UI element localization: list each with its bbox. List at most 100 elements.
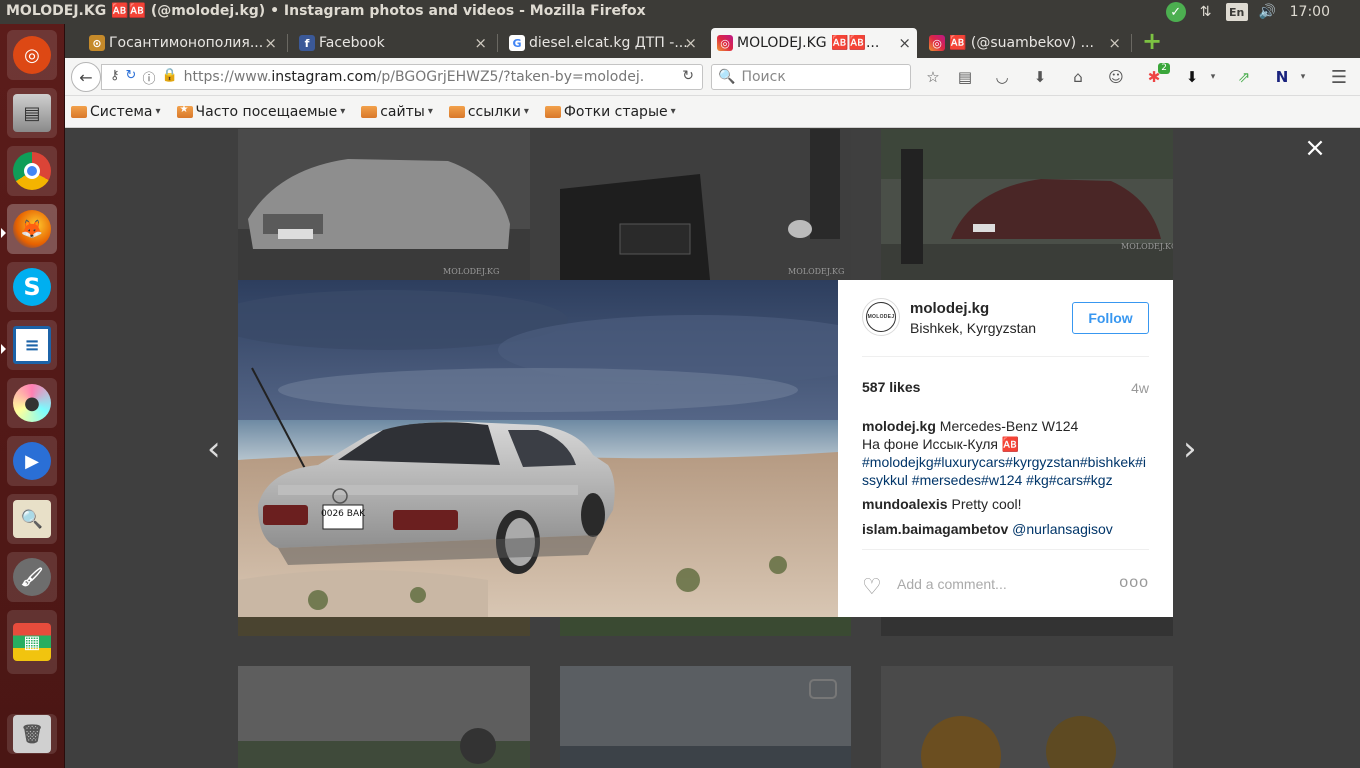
tab-close-icon[interactable]: × [684,34,697,52]
grid-thumbnail[interactable] [881,666,1173,768]
launcher-stacked-apps[interactable]: ▦ [7,610,57,674]
browser-tab-bar: ⊙ Госантимонополия... × f Facebook × G d… [65,24,1360,58]
tab-close-icon[interactable]: × [264,34,277,52]
chrome-icon [13,152,51,190]
bookmark-label: Часто посещаемые [195,103,338,120]
add-comment-input[interactable]: Add a comment... [897,576,1007,592]
grid-thumbnail[interactable] [881,617,1173,636]
post-age[interactable]: 4w [1131,380,1149,396]
url-bar[interactable]: ⚷ ↻ ⓘ 🔒 https://www.instagram.com/p/BGOG… [101,64,703,90]
chevron-down-icon[interactable]: ▾ [1203,67,1223,87]
bookmark-star-icon[interactable]: ☆ [923,67,943,87]
post-modal: 0026 BAK MOLODEJ molodej.kg Bishkek, Kyr… [238,280,1173,617]
tab-suambekov[interactable]: ◎ 🆎 (@suambekov) ... × [923,28,1127,58]
tab-gosantimonopoliya[interactable]: ⊙ Госантимонополия... × [83,28,283,58]
grid-thumbnail[interactable] [560,666,851,768]
info-icon[interactable]: ⓘ [142,68,155,87]
tab-close-icon[interactable]: × [898,34,911,52]
launcher-video-player[interactable]: ▶ [7,436,57,486]
back-arrow-icon[interactable]: ← [71,62,101,92]
tab-close-icon[interactable]: × [474,34,487,52]
launcher-disc-burner[interactable]: ● [7,378,57,428]
mercedes-w124-beach-photo: 0026 BAK [238,280,838,617]
caption-hashtags[interactable]: #molodejkg#luxurycars#kyrgyzstan#bishkek… [862,454,1146,488]
comment-username[interactable]: mundoalexis [862,496,948,512]
hamburger-menu-icon[interactable]: ☰ [1329,67,1349,88]
reading-list-icon[interactable]: ▤ [955,67,975,87]
refresh-small-icon[interactable]: ↻ [126,68,137,87]
tab-molodej-kg[interactable]: ◎ MOLODEJ.KG 🆎🆎... × [711,28,917,58]
launcher-firefox[interactable]: 🦊 [7,204,57,254]
launcher-writer[interactable]: ≡ [7,320,57,370]
volume-icon[interactable]: 🔊 [1258,2,1278,22]
caption-line-2: На фоне Иссык-Куля 🆎 [862,436,1020,452]
new-tab-plus-icon[interactable]: + [1140,29,1164,53]
download-arrow-icon[interactable]: ⬇ [1182,67,1202,87]
post-photo[interactable]: 0026 BAK [238,280,838,617]
search-input[interactable]: 🔍 Поиск [711,64,911,90]
follow-button[interactable]: Follow [1072,302,1149,334]
tab-close-icon[interactable]: × [1108,34,1121,52]
chevron-down-icon[interactable]: ▾ [1293,67,1313,87]
post-username[interactable]: molodej.kg [910,300,989,317]
bookmark-folder-photos[interactable]: Фотки старые ▾ [544,104,676,120]
launcher-skype[interactable]: S [7,262,57,312]
grid-thumbnail[interactable] [238,666,530,768]
chat-icon[interactable]: ☺ [1106,67,1126,87]
grid-thumbnail[interactable]: MOLODEJ.KG [881,129,1173,280]
bookmark-folder-ssylki[interactable]: ссылки ▾ [448,103,529,120]
next-post-arrow-icon[interactable]: › [1183,429,1197,469]
tab-diesel-elcat[interactable]: G diesel.elcat.kg ДТП -... × [503,28,703,58]
comment-mention[interactable]: @nurlansagisov [1012,521,1113,537]
grid-thumbnail[interactable]: MOLODEJ.KG [560,129,851,280]
bookmark-folder-sistema[interactable]: Система ▾ [71,104,161,120]
post-location[interactable]: Bishkek, Kyrgyzstan [910,320,1036,336]
grid-thumbnail[interactable] [238,617,530,636]
chevron-down-icon: ▾ [427,106,433,117]
clock[interactable]: 17:00 [1288,2,1330,22]
chevron-down-icon: ▾ [340,106,346,117]
launcher-image-viewer[interactable]: 🔍 [7,494,57,544]
close-modal-icon[interactable]: × [1302,135,1328,161]
launcher-gimp[interactable]: 🖌 [7,552,57,602]
gimp-icon: 🖌 [13,558,51,596]
share-icon[interactable]: ⇗ [1234,67,1254,87]
ubuntu-logo-icon: ◎ [13,36,51,74]
lock-icon[interactable]: 🔒 [161,68,177,87]
running-indicator [1,228,6,238]
network-arrows-icon[interactable]: ⇅ [1196,2,1216,22]
disc-icon: ● [13,384,51,422]
launcher-chrome[interactable] [7,146,57,196]
heart-like-icon[interactable]: ♡ [862,574,882,600]
bookmark-folder-saity[interactable]: сайты ▾ [361,104,433,120]
home-icon[interactable]: ⌂ [1068,67,1088,87]
bookmark-label: ссылки [467,103,521,120]
update-check-icon[interactable]: ✓ [1165,2,1186,22]
tab-facebook[interactable]: f Facebook × [293,28,493,58]
previous-post-arrow-icon[interactable]: ‹ [207,429,221,469]
more-options-icon[interactable]: ooo [1119,574,1149,592]
reload-icon[interactable]: ↻ [682,68,694,84]
notes-icon[interactable]: N [1272,67,1292,87]
launcher-trash[interactable]: 🗑 [7,714,57,754]
extension-icon[interactable]: ✱ 2 [1144,63,1170,87]
chevron-down-icon: ▾ [523,106,529,117]
ubuntu-dash-button[interactable]: ◎ [7,30,57,80]
url-text[interactable]: https://www.instagram.com/p/BGOGrjEHWZ5/… [184,69,654,85]
likes-count[interactable]: 587 likes [862,379,920,395]
downloads-icon[interactable]: ⬇ [1030,67,1050,87]
avatar[interactable]: MOLODEJ [862,298,900,336]
bookmark-folder-most-visited[interactable]: Часто посещаемые▾ [176,103,346,120]
caption-username[interactable]: molodej.kg [862,418,936,434]
grid-thumbnail[interactable] [560,617,851,636]
comment-username[interactable]: islam.baimagambetov [862,521,1008,537]
launcher-files[interactable]: ▤ [7,88,57,138]
avatar-logo: MOLODEJ [866,302,896,332]
chevron-down-icon: ▾ [670,106,676,117]
system-top-bar: MOLODEJ.KG 🆎🆎 (@molodej.kg) • Instagram … [0,0,1360,24]
keyboard-layout-indicator[interactable]: En [1225,3,1248,21]
key-icon[interactable]: ⚷ [110,68,120,87]
grid-thumbnail[interactable]: MOLODEJ.KG [238,129,530,280]
pocket-icon[interactable]: ◡ [992,67,1012,87]
firefox-icon: 🦊 [13,210,51,248]
